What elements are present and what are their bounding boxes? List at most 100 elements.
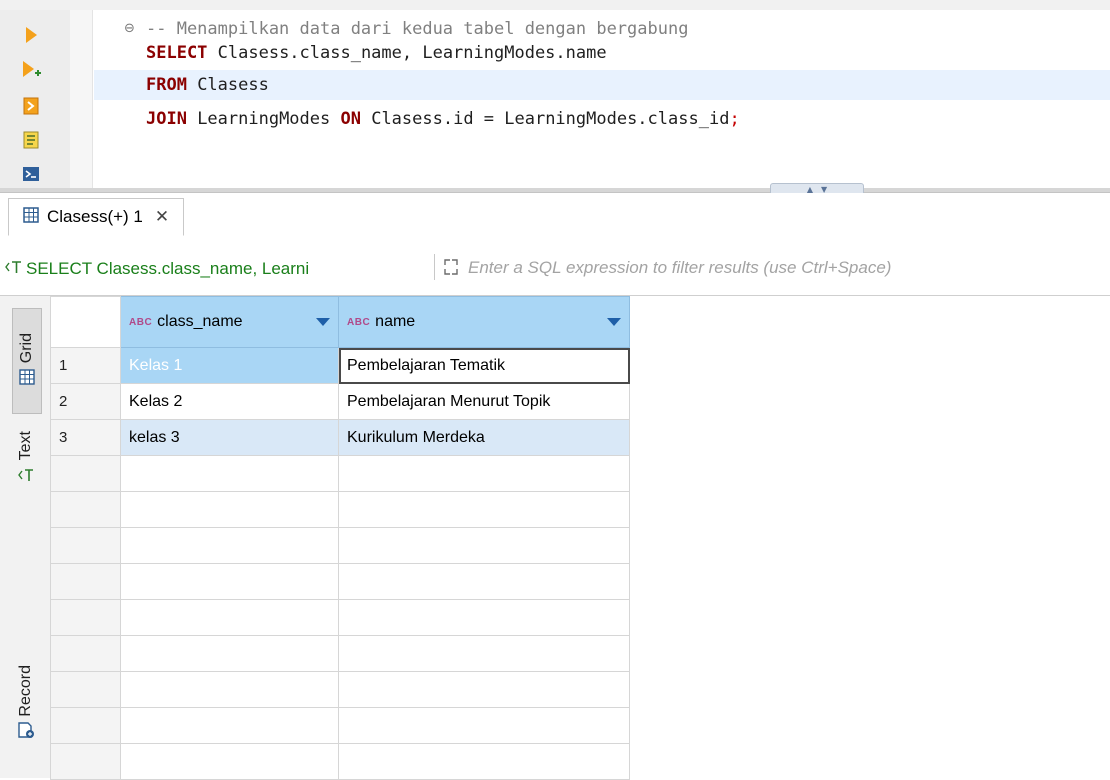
- code-line-2[interactable]: SELECT Clasess.class_name, LearningModes…: [94, 38, 1110, 68]
- code-token: -- Menampilkan data dari kedua tabel den…: [146, 19, 689, 39]
- empty-cell: [120, 599, 339, 636]
- row-filler: [629, 743, 1110, 780]
- header-filler: [629, 296, 1110, 348]
- empty-cell: [50, 599, 121, 636]
- empty-cell: [338, 455, 630, 492]
- sort-down-icon[interactable]: [316, 318, 330, 326]
- filter-bar: SELECT Clasess.class_name, Learni: [0, 239, 1110, 295]
- column-header-name[interactable]: ABC name: [338, 296, 630, 348]
- filter-query-label[interactable]: SELECT Clasess.class_name, Learni: [4, 258, 309, 280]
- row-filler: [629, 563, 1110, 600]
- empty-cell: [338, 707, 630, 744]
- empty-cell: [50, 527, 121, 564]
- side-tab-record-label: Record: [17, 665, 34, 717]
- side-tab-grid[interactable]: Grid: [12, 308, 42, 414]
- record-icon: [17, 721, 35, 743]
- execute-statement-new-tab-icon[interactable]: [19, 58, 43, 82]
- empty-row: [50, 527, 1110, 564]
- close-icon[interactable]: ✕: [155, 207, 169, 227]
- empty-cell: [50, 707, 121, 744]
- code-token: Clasess.id = LearningModes.class_id: [360, 109, 730, 129]
- empty-cell: [120, 671, 339, 708]
- row-filler: [629, 491, 1110, 528]
- row-filler: [629, 707, 1110, 744]
- execute-script-icon[interactable]: [19, 94, 43, 118]
- code-area[interactable]: ⊖ -- Menampilkan data dari kedua tabel d…: [94, 14, 1110, 174]
- empty-cell: [338, 743, 630, 780]
- results-tab-bar: Clasess(+) 1 ✕: [0, 193, 1110, 240]
- empty-cell: [338, 671, 630, 708]
- row-filler: [629, 383, 1110, 420]
- empty-cell: [120, 707, 339, 744]
- row-filler: [629, 671, 1110, 708]
- table-cell[interactable]: Pembelajaran Menurut Topik: [338, 383, 630, 420]
- table-cell[interactable]: Kelas 2: [120, 383, 339, 420]
- sql-editor[interactable]: ⊖ -- Menampilkan data dari kedua tabel d…: [0, 0, 1110, 190]
- row-number-header[interactable]: [50, 296, 121, 348]
- code-line-4[interactable]: JOIN LearningModes ON Clasess.id = Learn…: [94, 104, 1110, 134]
- row-filler: [629, 419, 1110, 456]
- tab-label: Clasess(+) 1: [47, 207, 143, 226]
- empty-row: [50, 491, 1110, 528]
- row-filler: [629, 635, 1110, 672]
- side-tab-text[interactable]: Text: [12, 422, 40, 496]
- table-cell[interactable]: Pembelajaran Tematik: [338, 347, 630, 384]
- expand-icon[interactable]: [442, 256, 460, 278]
- execute-toolbar: [0, 10, 70, 188]
- explain-plan-icon[interactable]: [19, 128, 43, 152]
- code-token: LearningModes: [186, 109, 341, 129]
- row-number[interactable]: 3: [50, 419, 121, 456]
- results-table: ABC class_name ABC name 1 Kelas 1 Pembel…: [50, 296, 1110, 780]
- console-icon[interactable]: [19, 162, 43, 186]
- side-tab-text-label: Text: [17, 431, 34, 461]
- row-filler: [629, 599, 1110, 636]
- table-cell[interactable]: Kurikulum Merdeka: [338, 419, 630, 456]
- editor-top-border: [0, 0, 1110, 10]
- empty-row: [50, 635, 1110, 672]
- code-token: ;: [729, 109, 740, 129]
- empty-cell: [50, 635, 121, 672]
- code-token: Clasess: [186, 75, 269, 95]
- execute-statement-icon[interactable]: [19, 23, 43, 47]
- text-icon: [18, 467, 34, 487]
- empty-cell: [120, 527, 339, 564]
- tab-results[interactable]: Clasess(+) 1 ✕: [8, 198, 185, 236]
- empty-cell: [338, 491, 630, 528]
- side-tab-record[interactable]: Record: [12, 654, 40, 754]
- table-cell[interactable]: Kelas 1: [120, 347, 339, 384]
- empty-row: [50, 707, 1110, 744]
- string-type-icon: ABC: [347, 316, 371, 328]
- filter-expression-input[interactable]: [468, 254, 1088, 282]
- empty-row: [50, 671, 1110, 708]
- results-grid[interactable]: ABC class_name ABC name 1 Kelas 1 Pembel…: [50, 296, 1110, 780]
- empty-cell: [338, 635, 630, 672]
- empty-rows: [50, 455, 1110, 780]
- filter-separator: [434, 254, 435, 280]
- code-token: FROM: [146, 75, 187, 95]
- row-number[interactable]: 1: [50, 347, 121, 384]
- empty-cell: [120, 635, 339, 672]
- empty-cell: [50, 671, 121, 708]
- code-token: SELECT: [146, 43, 208, 63]
- empty-cell: [120, 455, 339, 492]
- table-cell[interactable]: kelas 3: [120, 419, 339, 456]
- empty-cell: [50, 491, 121, 528]
- table-row[interactable]: 1 Kelas 1 Pembelajaran Tematik: [50, 347, 1110, 384]
- empty-row: [50, 743, 1110, 780]
- empty-cell: [338, 563, 630, 600]
- code-token: JOIN: [146, 109, 187, 129]
- table-row[interactable]: 2 Kelas 2 Pembelajaran Menurut Topik: [50, 383, 1110, 420]
- row-number[interactable]: 2: [50, 383, 121, 420]
- table-row[interactable]: 3 kelas 3 Kurikulum Merdeka: [50, 419, 1110, 456]
- editor-gutter: [70, 10, 93, 188]
- column-label: name: [375, 313, 416, 330]
- code-line-3-current[interactable]: FROM Clasess: [94, 70, 1110, 100]
- row-filler: [629, 527, 1110, 564]
- sort-down-icon[interactable]: [607, 318, 621, 326]
- code-token: Clasess.class_name, LearningModes.name: [207, 43, 607, 63]
- empty-cell: [50, 563, 121, 600]
- empty-cell: [50, 743, 121, 780]
- view-switcher: Grid Text Record: [0, 296, 51, 778]
- table-header-row: ABC class_name ABC name: [50, 296, 1110, 348]
- column-header-class-name[interactable]: ABC class_name: [120, 296, 339, 348]
